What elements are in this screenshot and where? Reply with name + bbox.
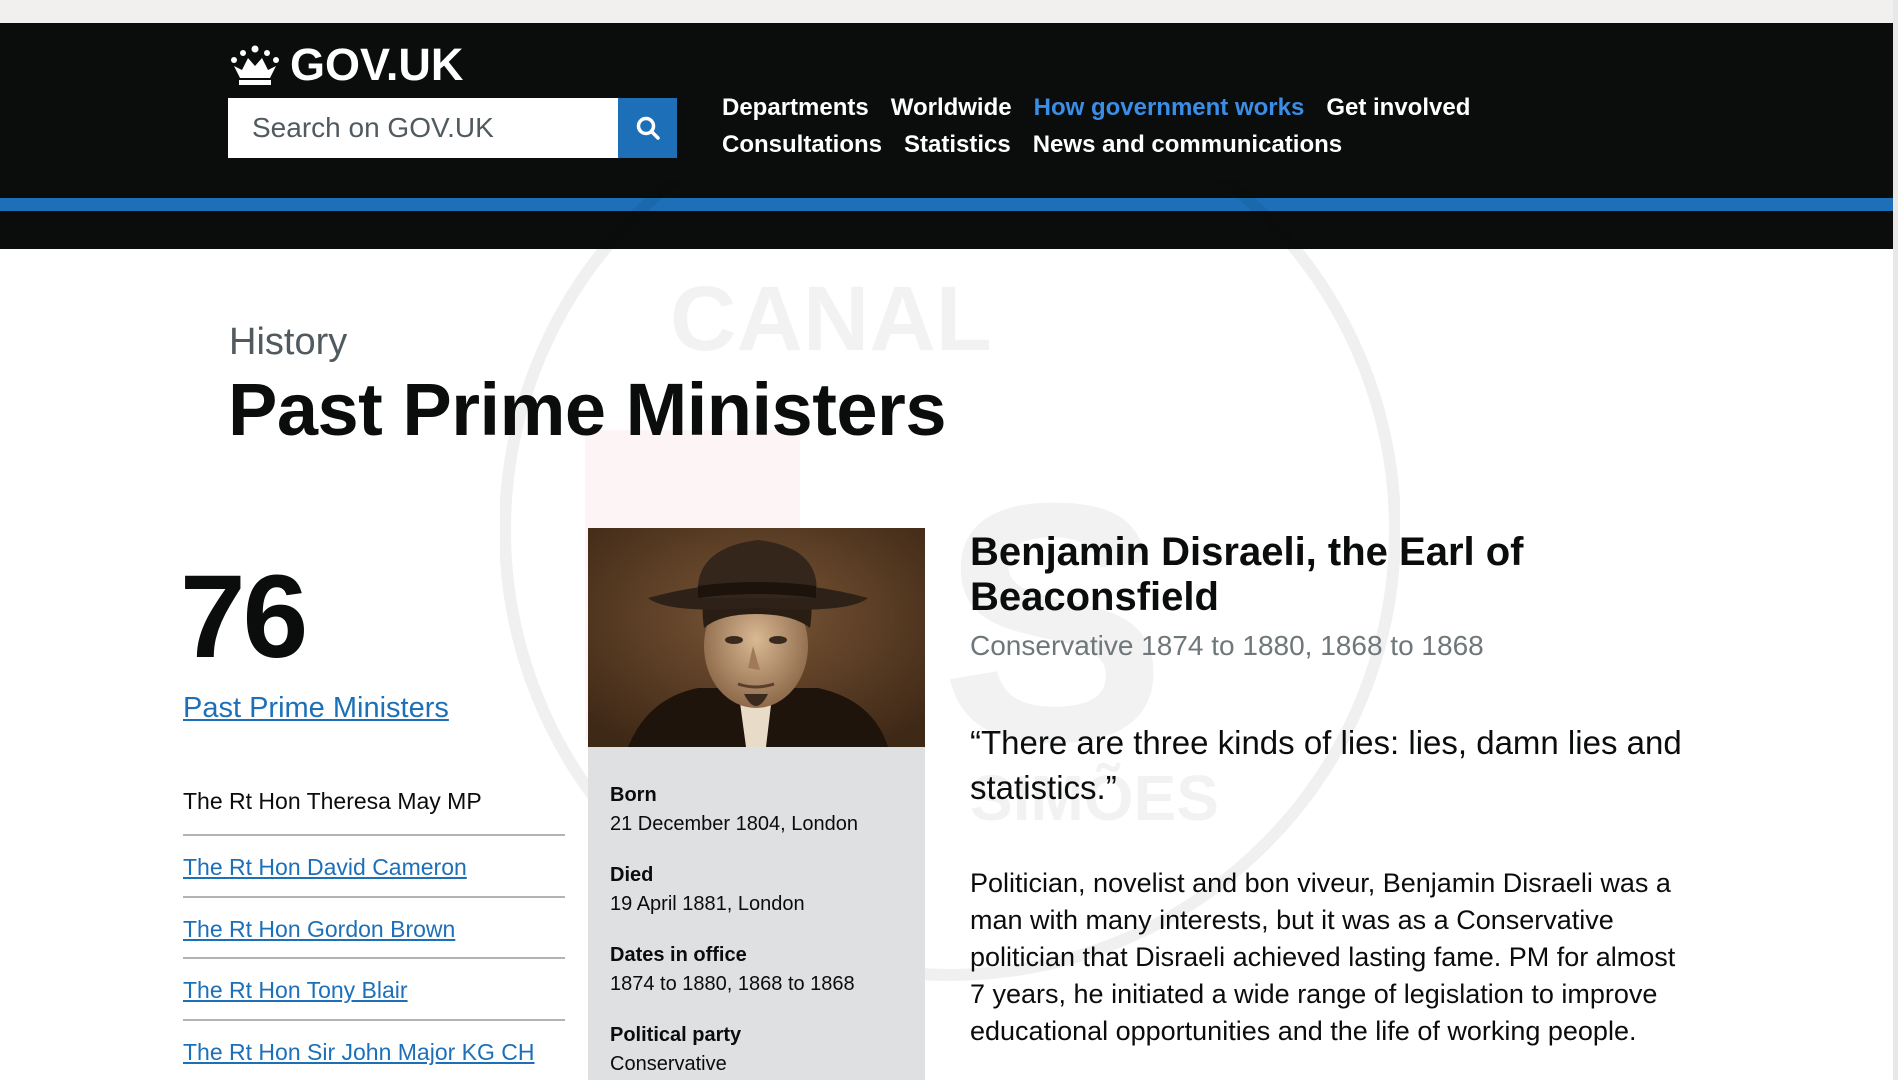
- fact-label: Died: [610, 864, 654, 886]
- fact-born: Born 21 December 1804, London: [610, 781, 925, 839]
- search-button[interactable]: [618, 98, 677, 158]
- watermark-text-top: CANAL: [670, 268, 992, 370]
- fact-value: 19 April 1881, London: [610, 893, 805, 915]
- fact-value: 1874 to 1880, 1868 to 1868: [610, 973, 855, 995]
- main-navigation: Departments Worldwide How government wor…: [722, 89, 1482, 163]
- crown-icon: [231, 45, 279, 85]
- header-blue-bar: [0, 198, 1893, 211]
- page-caption: History: [229, 321, 348, 363]
- fact-label: Dates in office: [610, 944, 747, 966]
- pm-portrait: [588, 528, 925, 747]
- scrollbar-track[interactable]: [1893, 0, 1898, 1080]
- nav-link-how-government-works[interactable]: How government works: [1034, 94, 1305, 122]
- pm-biography: Politician, novelist and bon viveur, Ben…: [970, 868, 1676, 1046]
- nav-link-statistics[interactable]: Statistics: [904, 131, 1011, 159]
- search-form: [228, 98, 677, 158]
- govuk-logo[interactable]: GOV.UK: [228, 39, 463, 91]
- page-title: Past Prime Ministers: [228, 368, 946, 451]
- fact-political-party: Political party Conservative: [610, 1021, 925, 1079]
- search-icon: [636, 116, 660, 140]
- list-item[interactable]: The Rt Hon Sir John Major KG CH: [183, 1018, 565, 1080]
- fact-value: 21 December 1804, London: [610, 813, 858, 835]
- fact-died: Died 19 April 1881, London: [610, 861, 925, 919]
- search-input[interactable]: [228, 98, 618, 158]
- fact-label: Political party: [610, 1024, 742, 1046]
- nav-link-news-and-communications[interactable]: News and communications: [1033, 131, 1342, 159]
- fact-dates-in-office: Dates in office 1874 to 1880, 1868 to 18…: [610, 941, 925, 999]
- logo-text: GOV.UK: [290, 39, 464, 90]
- pm-list: The Rt Hon Theresa May MP The Rt Hon Dav…: [183, 782, 565, 1080]
- pm-count: 76: [180, 551, 308, 683]
- nav-link-worldwide[interactable]: Worldwide: [891, 94, 1012, 122]
- list-item[interactable]: The Rt Hon Gordon Brown: [183, 895, 565, 958]
- past-prime-ministers-link[interactable]: Past Prime Ministers: [183, 692, 449, 725]
- list-item: The Rt Hon Theresa May MP: [183, 788, 482, 814]
- fact-label: Born: [610, 784, 657, 806]
- site-header: GOV.UK Departments Worldwide How governm…: [0, 23, 1893, 249]
- fact-value: Conservative: [610, 1053, 727, 1075]
- nav-link-consultations[interactable]: Consultations: [722, 131, 882, 159]
- nav-link-get-involved[interactable]: Get involved: [1326, 94, 1470, 122]
- nav-link-departments[interactable]: Departments: [722, 94, 869, 122]
- nav-row-2: Consultations Statistics News and commun…: [722, 126, 1482, 163]
- pm-term: Conservative 1874 to 1880, 1868 to 1868: [970, 630, 1484, 661]
- pm-facts-panel: Born 21 December 1804, London Died 19 Ap…: [588, 747, 925, 1080]
- pm-name-heading: Benjamin Disraeli, the Earl of Beaconsfi…: [970, 530, 1524, 619]
- list-item[interactable]: The Rt Hon David Cameron: [183, 834, 565, 896]
- pm-quote: “There are three kinds of lies: lies, da…: [970, 724, 1682, 806]
- nav-row-1: Departments Worldwide How government wor…: [722, 89, 1482, 126]
- browser-top-strip: [0, 0, 1898, 23]
- portrait-image: [588, 528, 925, 747]
- list-item[interactable]: The Rt Hon Tony Blair: [183, 957, 565, 1019]
